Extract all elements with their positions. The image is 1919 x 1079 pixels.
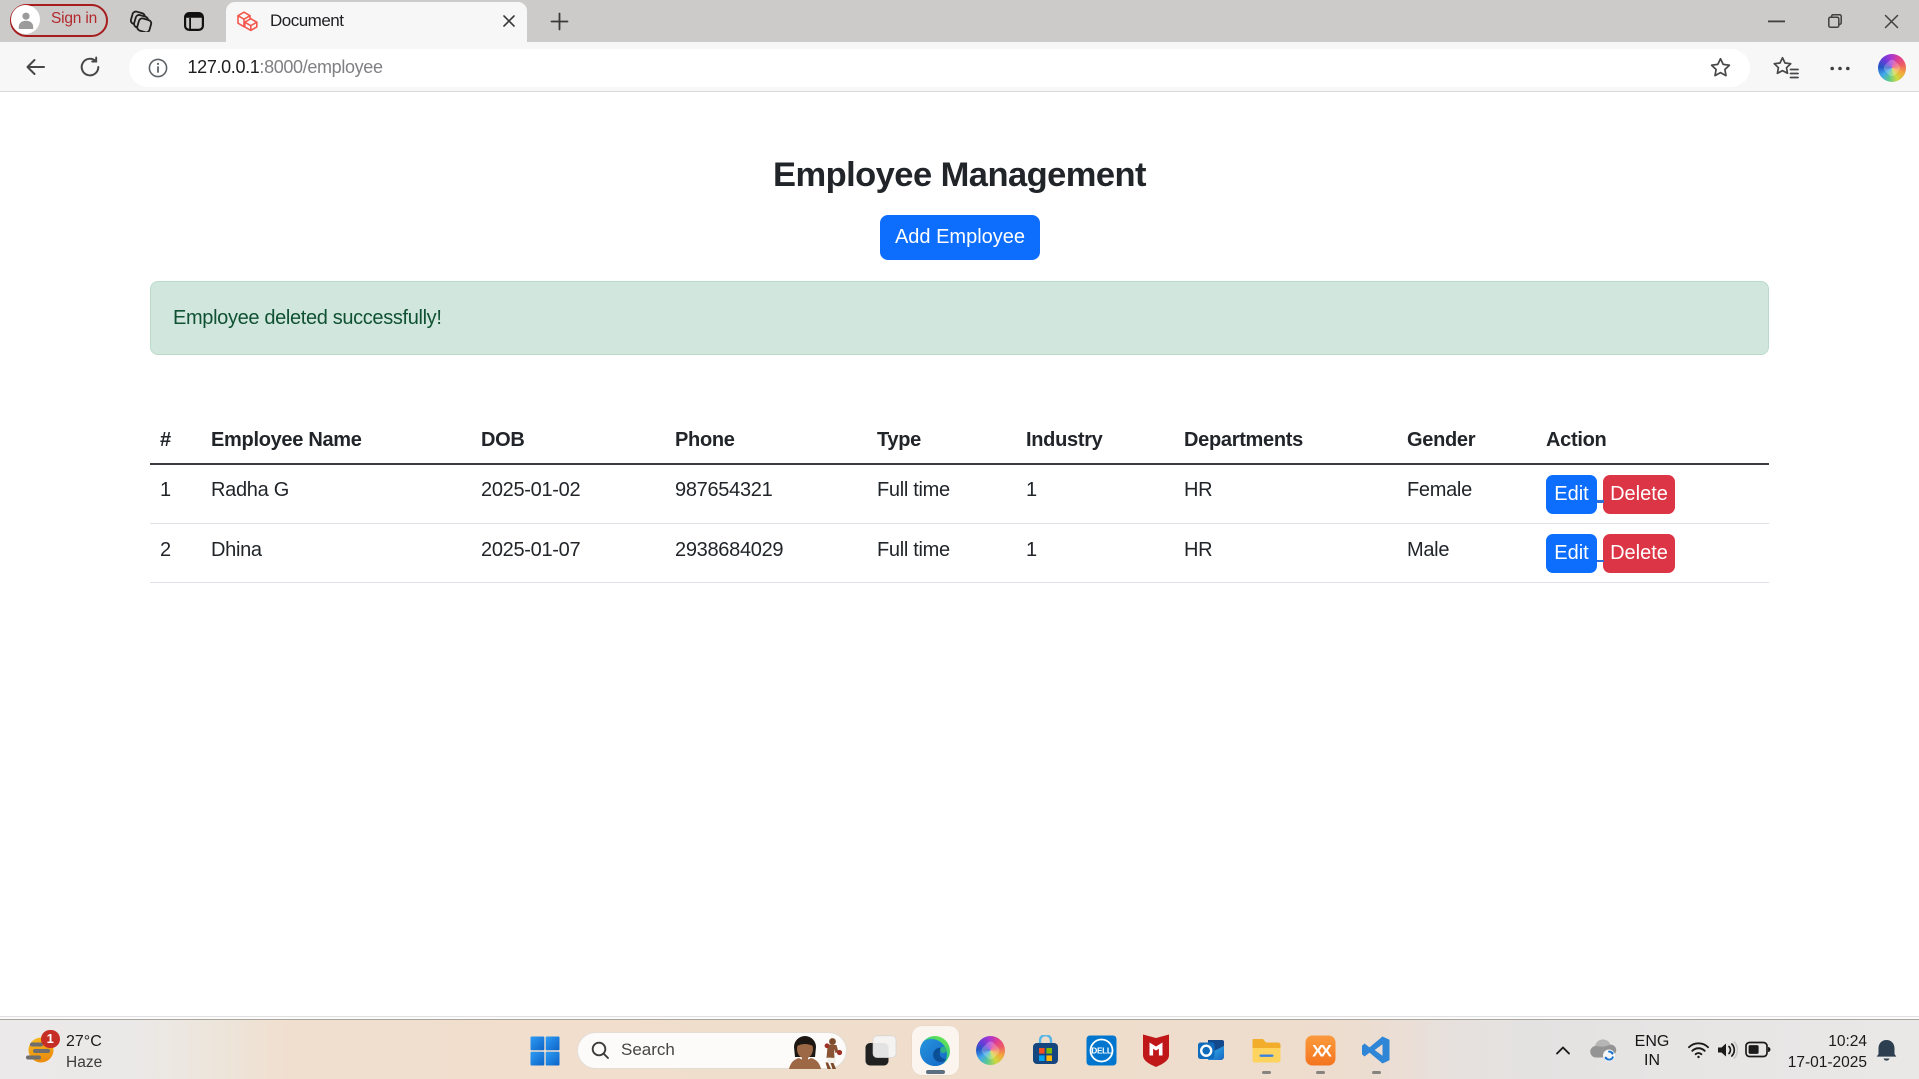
svg-text:DELL: DELL [1091, 1047, 1111, 1056]
